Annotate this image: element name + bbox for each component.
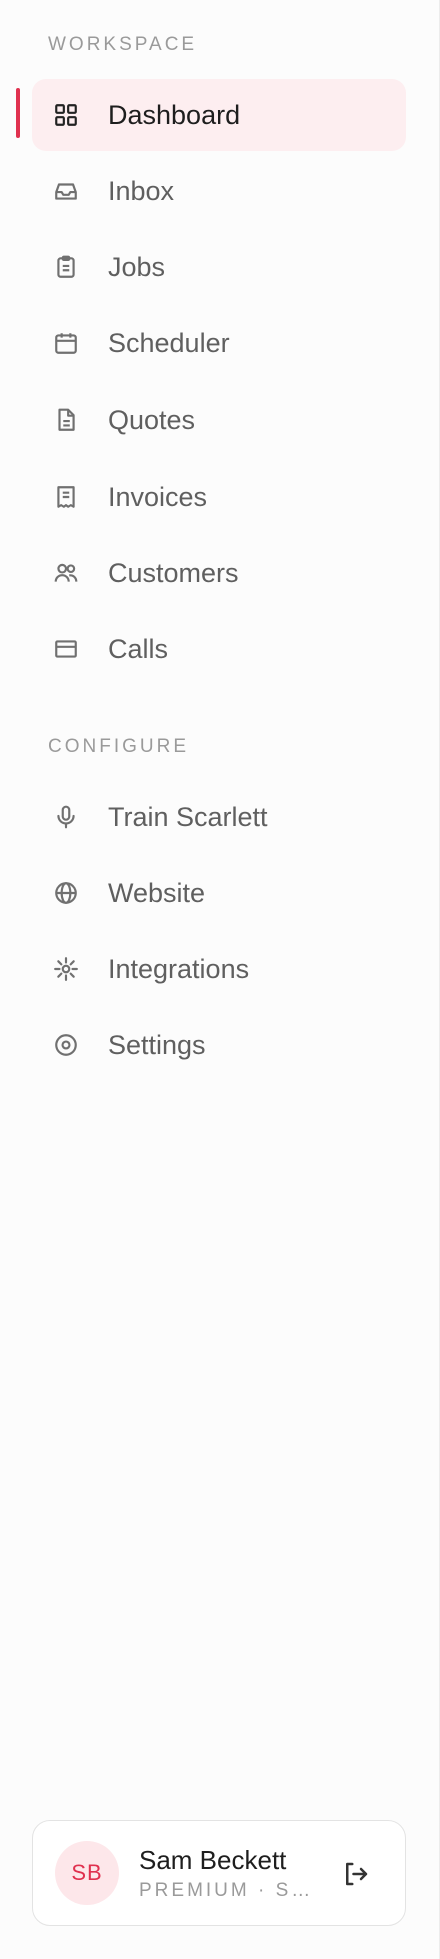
sidebar-item-inbox[interactable]: Inbox bbox=[32, 155, 406, 227]
panel-icon bbox=[52, 635, 80, 663]
sidebar-item-website[interactable]: Website bbox=[32, 857, 406, 929]
sidebar-item-label: Dashboard bbox=[108, 99, 241, 130]
users-icon bbox=[52, 559, 80, 587]
target-icon bbox=[52, 1031, 80, 1059]
sidebar-item-label: Integrations bbox=[108, 953, 250, 984]
logout-icon[interactable] bbox=[341, 1859, 371, 1889]
sidebar-item-label: Quotes bbox=[108, 404, 196, 435]
sidebar-item-label: Inbox bbox=[108, 175, 175, 206]
user-profile-card[interactable]: SB Sam Beckett PREMIUM · S… bbox=[32, 1820, 406, 1926]
sidebar-item-invoices[interactable]: Invoices bbox=[32, 461, 406, 533]
sidebar: WORKSPACE Dashboard Inbox Jobs Scheduler… bbox=[0, 0, 440, 1959]
sidebar-item-quotes[interactable]: Quotes bbox=[32, 384, 406, 456]
profile-plan: PREMIUM · S… bbox=[139, 1879, 314, 1901]
sidebar-item-label: Customers bbox=[108, 557, 239, 588]
sidebar-item-jobs[interactable]: Jobs bbox=[32, 231, 406, 303]
sidebar-item-settings[interactable]: Settings bbox=[32, 1009, 406, 1081]
profile-info: Sam Beckett PREMIUM · S… bbox=[139, 1845, 319, 1902]
sidebar-item-calls[interactable]: Calls bbox=[32, 613, 406, 685]
sidebar-item-label: Website bbox=[108, 877, 206, 908]
grid-icon bbox=[52, 101, 80, 129]
sidebar-item-integrations[interactable]: Integrations bbox=[32, 933, 406, 1005]
section-label-configure: CONFIGURE bbox=[48, 736, 189, 757]
sidebar-item-label: Train Scarlett bbox=[108, 801, 268, 832]
sidebar-item-label: Invoices bbox=[108, 481, 208, 512]
spark-icon bbox=[52, 955, 80, 983]
profile-name: Sam Beckett bbox=[139, 1844, 287, 1875]
receipt-icon bbox=[52, 483, 80, 511]
sidebar-item-label: Jobs bbox=[108, 251, 166, 282]
microphone-icon bbox=[52, 803, 80, 831]
active-indicator bbox=[16, 88, 20, 138]
calendar-icon bbox=[52, 329, 80, 357]
sidebar-item-label: Scheduler bbox=[108, 327, 230, 358]
sidebar-item-label: Calls bbox=[108, 633, 169, 664]
sidebar-item-dashboard[interactable]: Dashboard bbox=[32, 79, 406, 151]
document-icon bbox=[52, 406, 80, 434]
sidebar-item-label: Settings bbox=[108, 1029, 206, 1060]
avatar: SB bbox=[55, 1841, 119, 1905]
globe-icon bbox=[52, 879, 80, 907]
sidebar-item-customers[interactable]: Customers bbox=[32, 537, 406, 609]
sidebar-item-train-scarlett[interactable]: Train Scarlett bbox=[32, 781, 406, 853]
clipboard-icon bbox=[52, 253, 80, 281]
inbox-icon bbox=[52, 177, 80, 205]
sidebar-item-scheduler[interactable]: Scheduler bbox=[32, 307, 406, 379]
section-label-workspace: WORKSPACE bbox=[48, 34, 198, 55]
